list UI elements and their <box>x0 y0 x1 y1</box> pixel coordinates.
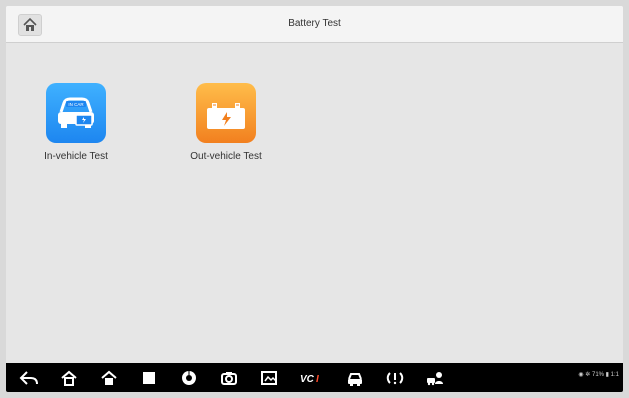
chrome-icon <box>182 371 196 385</box>
car-icon <box>348 373 362 386</box>
nav-screenshot[interactable] <box>258 368 280 388</box>
in-vehicle-test-label: In-vehicle Test <box>44 151 108 162</box>
camera-icon <box>221 372 237 385</box>
tpms-icon <box>386 372 404 385</box>
battery-icon <box>207 103 245 129</box>
nav-car[interactable] <box>344 368 366 388</box>
main-content: IN CAR In-vehicle Test Out-vehicle Test <box>6 43 623 363</box>
out-vehicle-test-tile[interactable]: Out-vehicle Test <box>166 43 286 163</box>
out-vehicle-test-label: Out-vehicle Test <box>190 151 262 162</box>
recent-apps-icon <box>143 372 155 384</box>
wifi-icon: ◉ <box>578 372 584 378</box>
out-vehicle-test-icon-tile[interactable] <box>196 83 256 143</box>
screenshot-icon <box>261 371 277 385</box>
nav-vci[interactable]: VC I <box>298 368 326 388</box>
nav-back[interactable] <box>18 368 40 388</box>
home-icon <box>61 370 77 386</box>
status-text: 71% ▮ 1:1 <box>592 372 619 378</box>
nav-tpms[interactable] <box>384 368 406 388</box>
nav-home[interactable] <box>58 368 80 388</box>
in-vehicle-test-icon-tile[interactable]: IN CAR <box>46 83 106 143</box>
nav-desktop-home[interactable] <box>98 368 120 388</box>
nav-chrome[interactable] <box>178 368 200 388</box>
nav-camera[interactable] <box>218 368 240 388</box>
svg-text:IN CAR: IN CAR <box>68 102 84 107</box>
back-icon <box>19 371 38 385</box>
status-bar: ◉ ✲ 71% ▮ 1:1 <box>578 371 619 378</box>
title-bar: Battery Test <box>6 6 623 43</box>
system-navbar: VC I ◉ ✲ 71% ▮ 1:1 <box>6 363 623 392</box>
desktop-home-icon <box>101 370 117 385</box>
tablet-screen: Battery Test IN CAR In-vehicle Test Out-… <box>6 6 623 392</box>
car-battery-icon: IN CAR <box>58 97 94 128</box>
remote-support-icon <box>427 372 443 386</box>
in-vehicle-test-tile[interactable]: IN CAR In-vehicle Test <box>16 43 136 163</box>
nav-recent-apps[interactable] <box>138 368 160 388</box>
nav-remote-support[interactable] <box>424 368 446 388</box>
page-title: Battery Test <box>288 18 341 29</box>
svg-text:I: I <box>316 374 319 385</box>
bluetooth-icon: ✲ <box>585 372 591 378</box>
vci-icon: VC I <box>300 374 319 385</box>
svg-text:VC: VC <box>300 374 315 385</box>
